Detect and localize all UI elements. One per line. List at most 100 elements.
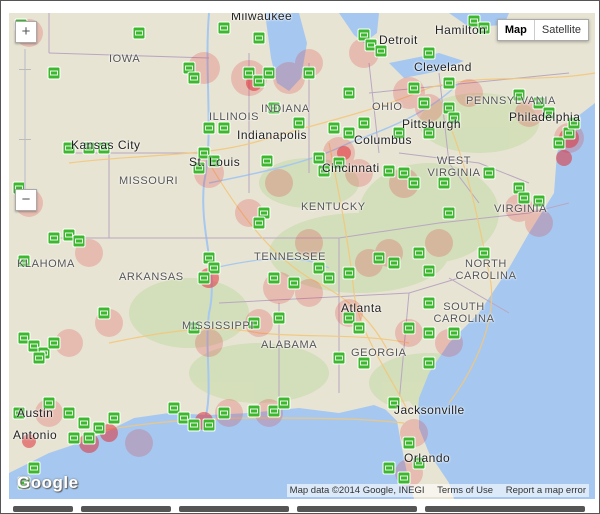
text-fragment bbox=[13, 506, 73, 512]
state-label: OHIO bbox=[372, 101, 403, 113]
state-label: INDIANA bbox=[261, 103, 310, 115]
charging-station-marker-icon[interactable] bbox=[72, 234, 86, 248]
charging-station-marker-icon[interactable] bbox=[202, 418, 216, 432]
city-label: Cincinnati bbox=[322, 161, 380, 175]
state-label: GEORGIA bbox=[351, 347, 407, 359]
charging-station-marker-icon[interactable] bbox=[302, 66, 316, 80]
state-label: SOUTH CAROLINA bbox=[433, 301, 495, 325]
text-fragment bbox=[81, 506, 171, 512]
city-label: Columbus bbox=[354, 133, 413, 147]
text-fragment bbox=[425, 506, 585, 512]
charging-station-marker-icon[interactable] bbox=[277, 396, 291, 410]
charging-station-marker-icon[interactable] bbox=[217, 406, 231, 420]
map-type-satellite-button[interactable]: Satellite bbox=[535, 20, 588, 40]
charging-station-marker-icon[interactable] bbox=[412, 246, 426, 260]
charging-station-marker-icon[interactable] bbox=[252, 31, 266, 45]
charging-station-marker-icon[interactable] bbox=[262, 66, 276, 80]
map-canvas[interactable]: IOWA ILLINOIS INDIANA OHIO PENNSYLVANIA … bbox=[9, 13, 595, 499]
charging-station-marker-icon[interactable] bbox=[217, 21, 231, 35]
charging-station-marker-icon[interactable] bbox=[342, 86, 356, 100]
map-attribution: Map data ©2014 Google, INEGI Terms of Us… bbox=[286, 484, 589, 497]
charging-station-marker-icon[interactable] bbox=[67, 431, 81, 445]
charging-station-marker-icon[interactable] bbox=[187, 71, 201, 85]
page-frame: IOWA ILLINOIS INDIANA OHIO PENNSYLVANIA … bbox=[0, 0, 600, 514]
google-logo[interactable]: Google bbox=[17, 473, 79, 493]
state-label: ILLINOIS bbox=[209, 111, 260, 123]
charging-station-marker-icon[interactable] bbox=[402, 436, 416, 450]
charging-station-marker-icon[interactable] bbox=[417, 96, 431, 110]
charging-station-marker-icon[interactable] bbox=[107, 411, 121, 425]
state-label: ALABAMA bbox=[261, 339, 318, 351]
charging-station-marker-icon[interactable] bbox=[202, 121, 216, 135]
charging-station-marker-icon[interactable] bbox=[272, 311, 286, 325]
charging-station-marker-icon[interactable] bbox=[132, 26, 146, 40]
charging-station-marker-icon[interactable] bbox=[322, 271, 336, 285]
city-label: Kansas City bbox=[71, 138, 141, 152]
charging-station-marker-icon[interactable] bbox=[62, 406, 76, 420]
state-label: VIRGINIA bbox=[494, 203, 548, 215]
city-label: Cleveland bbox=[414, 60, 472, 74]
charging-station-marker-icon[interactable] bbox=[82, 431, 96, 445]
charging-station-marker-icon[interactable] bbox=[382, 164, 396, 178]
zoom-slider-track[interactable] bbox=[19, 49, 31, 189]
charging-station-marker-icon[interactable] bbox=[260, 154, 274, 168]
city-label: Philadelphia bbox=[509, 110, 581, 124]
charging-station-marker-icon[interactable] bbox=[47, 336, 61, 350]
charging-station-marker-icon[interactable] bbox=[422, 264, 436, 278]
text-fragment bbox=[179, 506, 289, 512]
map-type-map-button[interactable]: Map bbox=[498, 20, 535, 40]
charging-station-marker-icon[interactable] bbox=[422, 46, 436, 60]
state-label: IOWA bbox=[109, 53, 141, 65]
zoom-out-button[interactable]: − bbox=[15, 189, 37, 211]
charging-station-marker-icon[interactable] bbox=[447, 326, 461, 340]
state-label: KENTUCKY bbox=[301, 201, 366, 213]
charging-station-marker-icon[interactable] bbox=[77, 416, 91, 430]
cropped-caption-text bbox=[9, 503, 595, 513]
charging-station-marker-icon[interactable] bbox=[387, 256, 401, 270]
city-label: St. Louis bbox=[189, 155, 241, 169]
state-label: MISSOURI bbox=[119, 175, 179, 187]
charging-station-marker-icon[interactable] bbox=[267, 271, 281, 285]
state-label: TENNESSEE bbox=[254, 251, 327, 263]
state-label: PENNSYLVANIA bbox=[466, 95, 556, 107]
charging-station-marker-icon[interactable] bbox=[47, 231, 61, 245]
charging-station-marker-icon[interactable] bbox=[382, 461, 396, 475]
state-label: WEST VIRGINIA bbox=[427, 155, 481, 179]
charging-station-marker-icon[interactable] bbox=[352, 321, 366, 335]
charging-station-marker-icon[interactable] bbox=[197, 271, 211, 285]
charging-station-marker-icon[interactable] bbox=[32, 351, 46, 365]
zoom-control: + − bbox=[15, 21, 37, 211]
city-label: Austin bbox=[17, 406, 54, 420]
charging-station-marker-icon[interactable] bbox=[187, 418, 201, 432]
city-label: Orlando bbox=[404, 451, 451, 465]
city-label: Pittsburgh bbox=[402, 117, 462, 131]
charging-station-marker-icon[interactable] bbox=[332, 351, 346, 365]
charging-station-marker-icon[interactable] bbox=[422, 326, 436, 340]
zoom-tick bbox=[19, 69, 31, 70]
charging-station-marker-icon[interactable] bbox=[407, 81, 421, 95]
charging-station-marker-icon[interactable] bbox=[327, 121, 341, 135]
charging-station-marker-icon[interactable] bbox=[397, 471, 411, 485]
charging-station-marker-icon[interactable] bbox=[252, 216, 266, 230]
city-label: Milwaukee bbox=[231, 13, 293, 23]
text-fragment bbox=[297, 506, 417, 512]
charging-station-marker-icon[interactable] bbox=[217, 121, 231, 135]
city-label: Jacksonville bbox=[394, 403, 465, 417]
zoom-in-button[interactable]: + bbox=[15, 21, 37, 43]
map-data-credit: Map data ©2014 Google, INEGI bbox=[289, 485, 425, 496]
charging-station-marker-icon[interactable] bbox=[247, 404, 261, 418]
charging-station-marker-icon[interactable] bbox=[372, 251, 386, 265]
terms-of-use-link[interactable]: Terms of Use bbox=[437, 485, 493, 496]
charging-station-marker-icon[interactable] bbox=[357, 116, 371, 130]
city-label: Hamilton bbox=[435, 23, 487, 37]
charging-station-marker-icon[interactable] bbox=[47, 66, 61, 80]
state-label: ARKANSAS bbox=[119, 271, 184, 283]
charging-station-marker-icon[interactable] bbox=[442, 76, 456, 90]
charging-station-marker-icon[interactable] bbox=[422, 356, 436, 370]
charging-station-marker-icon[interactable] bbox=[402, 321, 416, 335]
charging-station-marker-icon[interactable] bbox=[97, 306, 111, 320]
charging-station-marker-icon[interactable] bbox=[442, 206, 456, 220]
report-map-error-link[interactable]: Report a map error bbox=[506, 485, 586, 496]
charging-station-marker-icon[interactable] bbox=[287, 276, 301, 290]
charging-station-marker-icon[interactable] bbox=[342, 266, 356, 280]
